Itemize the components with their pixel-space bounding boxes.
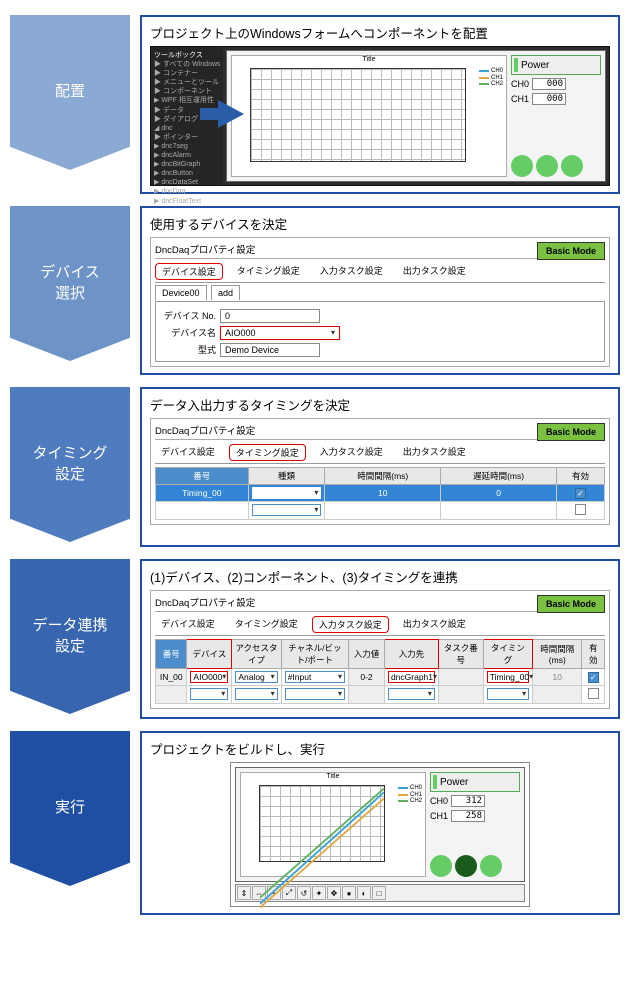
tab-device[interactable]: デバイス設定 [155, 444, 221, 461]
datalink-enabled-checkbox[interactable] [588, 688, 599, 699]
timing-kind-select[interactable]: ▾ [252, 504, 322, 516]
basic-mode-button[interactable]: Basic Mode [537, 423, 605, 441]
timing-row-id[interactable]: Timing_00 [156, 485, 249, 502]
datalink-access-select[interactable]: ▾ [235, 688, 277, 700]
datalink-channel-select[interactable]: ▾ [285, 688, 345, 700]
chevron-down-icon: ▾ [314, 505, 318, 515]
step-label: タイミング 設定 [10, 387, 130, 542]
tab-device[interactable]: デバイス設定 [155, 263, 223, 280]
basic-mode-button[interactable]: Basic Mode [537, 242, 605, 260]
step-panel-4: (1)デバイス、(2)コンポーネント、(3)タイミングを連携 DncDaqプロパ… [140, 559, 620, 719]
dialog-title: DncDaqプロパティ設定 [155, 426, 255, 437]
step-arrow-2: デバイス 選択 [10, 206, 130, 375]
tab-in-task[interactable]: 入力タスク設定 [312, 616, 389, 633]
chevron-down-icon: ▾ [331, 328, 335, 338]
toolbar-icon[interactable]: ⇕ [237, 886, 251, 900]
placement-arrow-icon [200, 108, 218, 120]
panel-title: プロジェクトをビルドし、実行 [150, 739, 610, 758]
step-label: 実行 [10, 731, 130, 886]
tab-in-task[interactable]: 入力タスク設定 [314, 444, 389, 461]
led-icon [511, 155, 533, 177]
datalink-timing-select[interactable]: Timing_00▾ [487, 671, 529, 683]
chevron-down-icon: ▾ [529, 672, 533, 682]
datalink-enabled-checkbox[interactable]: ✓ [588, 672, 599, 683]
chart: Title CH0 CH1 CH2 [231, 55, 507, 177]
step-panel-5: プロジェクトをビルドし、実行 Title CH0 CH1 CH2 Power C… [140, 731, 620, 915]
tab-out-task[interactable]: 出力タスク設定 [397, 444, 472, 461]
placement-arrow-head-icon [218, 100, 244, 128]
ch0-value: 312 [451, 795, 485, 807]
datalink-dest-select[interactable]: ▾ [388, 688, 435, 700]
timing-enabled-checkbox[interactable] [575, 504, 586, 515]
power-button[interactable]: Power [511, 55, 601, 75]
datalink-device-select[interactable]: ▾ [190, 688, 228, 700]
step-arrow-5: 実行 [10, 731, 130, 915]
tab-in-task[interactable]: 入力タスク設定 [314, 263, 389, 280]
tab-out-task[interactable]: 出力タスク設定 [397, 616, 472, 633]
step-panel-3: データ入出力するタイミングを決定 DncDaqプロパティ設定 Basic Mod… [140, 387, 620, 547]
tab-device[interactable]: デバイス設定 [155, 616, 221, 633]
led-icon [455, 855, 477, 877]
sub-tab-add[interactable]: add [211, 285, 240, 300]
tab-timing[interactable]: タイミング設定 [229, 616, 304, 633]
step-label: デバイス 選択 [10, 206, 130, 361]
datalink-table: 番号 デバイス アクセスタイプ チャネル/ビット/ポート 入力値 入力先 タスク… [155, 639, 605, 704]
timing-delay-input[interactable]: 0 [441, 485, 557, 502]
device-name-select[interactable]: AIO000▾ [220, 326, 340, 340]
chevron-down-icon: ▾ [428, 689, 432, 699]
power-button[interactable]: Power [430, 772, 520, 792]
step-arrow-3: タイミング 設定 [10, 387, 130, 547]
led-icon [561, 155, 583, 177]
chevron-down-icon: ▾ [338, 689, 342, 699]
chevron-down-icon: ▾ [338, 672, 342, 682]
chevron-down-icon: ▾ [522, 689, 526, 699]
sub-tab-device00[interactable]: Device00 [155, 285, 207, 300]
ch1-value: 258 [451, 810, 485, 822]
dialog-title: DncDaqプロパティ設定 [155, 598, 255, 609]
basic-mode-button[interactable]: Basic Mode [537, 595, 605, 613]
step-arrow-1: 配置 [10, 15, 130, 194]
led-icon [536, 155, 558, 177]
timing-enabled-checkbox[interactable]: ✓ [575, 488, 586, 499]
chevron-down-icon: ▾ [314, 488, 318, 498]
datalink-device-select[interactable]: AIO000▾ [190, 671, 228, 683]
panel-title: (1)デバイス、(2)コンポーネント、(3)タイミングを連携 [150, 567, 610, 586]
panel-title: 使用するデバイスを決定 [150, 214, 610, 233]
datalink-channel-select[interactable]: #Input▾ [285, 671, 345, 683]
chart-running: Title CH0 CH1 CH2 [240, 772, 426, 877]
chevron-down-icon: ▾ [221, 689, 225, 699]
tab-timing[interactable]: タイミング設定 [229, 444, 306, 461]
chevron-down-icon: ▾ [433, 672, 437, 682]
datalink-access-select[interactable]: Analog▾ [235, 671, 277, 683]
datalink-dest-select[interactable]: dncGraph1▾ [388, 671, 435, 683]
tab-out-task[interactable]: 出力タスク設定 [397, 263, 472, 280]
device-type-input[interactable]: Demo Device [220, 343, 320, 357]
step-label: 配置 [10, 15, 130, 170]
ch0-value: 000 [532, 78, 566, 90]
step-label: データ連携 設定 [10, 559, 130, 714]
led-icon [480, 855, 502, 877]
chevron-down-icon: ▾ [271, 689, 275, 699]
timing-interval-input[interactable]: 10 [325, 485, 441, 502]
chevron-down-icon: ▾ [222, 672, 226, 682]
step-panel-1: プロジェクト上のWindowsフォームへコンポーネントを配置 ツールボックス ▶… [140, 15, 620, 194]
panel-title: プロジェクト上のWindowsフォームへコンポーネントを配置 [150, 23, 610, 42]
led-icon [430, 855, 452, 877]
datalink-row-id: IN_00 [156, 669, 187, 686]
chevron-down-icon: ▾ [271, 672, 275, 682]
device-no-input[interactable]: 0 [220, 309, 320, 323]
step-arrow-4: データ連携 設定 [10, 559, 130, 719]
panel-title: データ入出力するタイミングを決定 [150, 395, 610, 414]
datalink-timing-select[interactable]: ▾ [487, 688, 529, 700]
dialog-title: DncDaqプロパティ設定 [155, 245, 255, 256]
tab-timing[interactable]: タイミング設定 [231, 263, 306, 280]
step-panel-2: 使用するデバイスを決定 DncDaqプロパティ設定 Basic Mode デバイ… [140, 206, 620, 375]
timing-kind-select[interactable]: Timer▾ [248, 485, 325, 502]
timing-table: 番号 種類 時間間隔(ms) 遅延時間(ms) 有効 Timing_00 Tim… [155, 467, 605, 520]
ch1-value: 000 [532, 93, 566, 105]
vs-screenshot: ツールボックス ▶ すべての Windows フォ…▶ コンテナー ▶ メニュー… [150, 46, 610, 186]
